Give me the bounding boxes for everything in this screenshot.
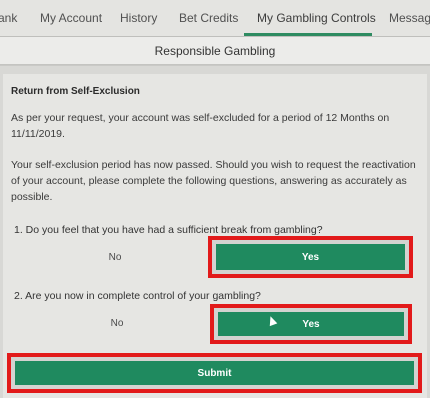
question-2-no-label: No	[110, 317, 124, 329]
tab-history[interactable]: History	[120, 11, 157, 25]
page-header: Responsible Gambling	[0, 37, 430, 65]
page-title: Responsible Gambling	[154, 44, 276, 58]
question-2-yes-label: Yes	[302, 318, 320, 330]
submit-button[interactable]: Submit	[15, 361, 414, 385]
question-1-text: 1. Do you feel that you have had a suffi…	[14, 224, 323, 236]
question-1-no-label: No	[108, 251, 122, 263]
active-tab-indicator	[244, 33, 372, 36]
tab-my-gambling-controls[interactable]: My Gambling Controls	[257, 11, 376, 25]
question-1-no-option[interactable]: No	[14, 246, 216, 268]
exclusion-info-text: As per your request, your account was se…	[11, 112, 390, 140]
section-title: Return from Self-Exclusion	[11, 86, 140, 97]
tab-my-account[interactable]: My Account	[40, 11, 102, 25]
question-1-yes-label: Yes	[301, 251, 320, 263]
question-2-no-option[interactable]: No	[14, 312, 220, 334]
question-1-yes-button[interactable]: Yes	[216, 244, 405, 270]
tab-bet-credits[interactable]: Bet Credits	[179, 11, 238, 25]
reactivation-instructions-text: Your self-exclusion period has now passe…	[11, 159, 416, 203]
question-2-yes-button[interactable]: Yes	[218, 312, 404, 336]
account-tab-bar: ank My Account History Bet Credits My Ga…	[0, 0, 430, 37]
tab-bank[interactable]: ank	[0, 11, 17, 25]
submit-label: Submit	[197, 367, 232, 379]
question-2-text: 2. Are you now in complete control of yo…	[14, 290, 261, 302]
tab-messaging[interactable]: Messagin	[389, 11, 430, 25]
